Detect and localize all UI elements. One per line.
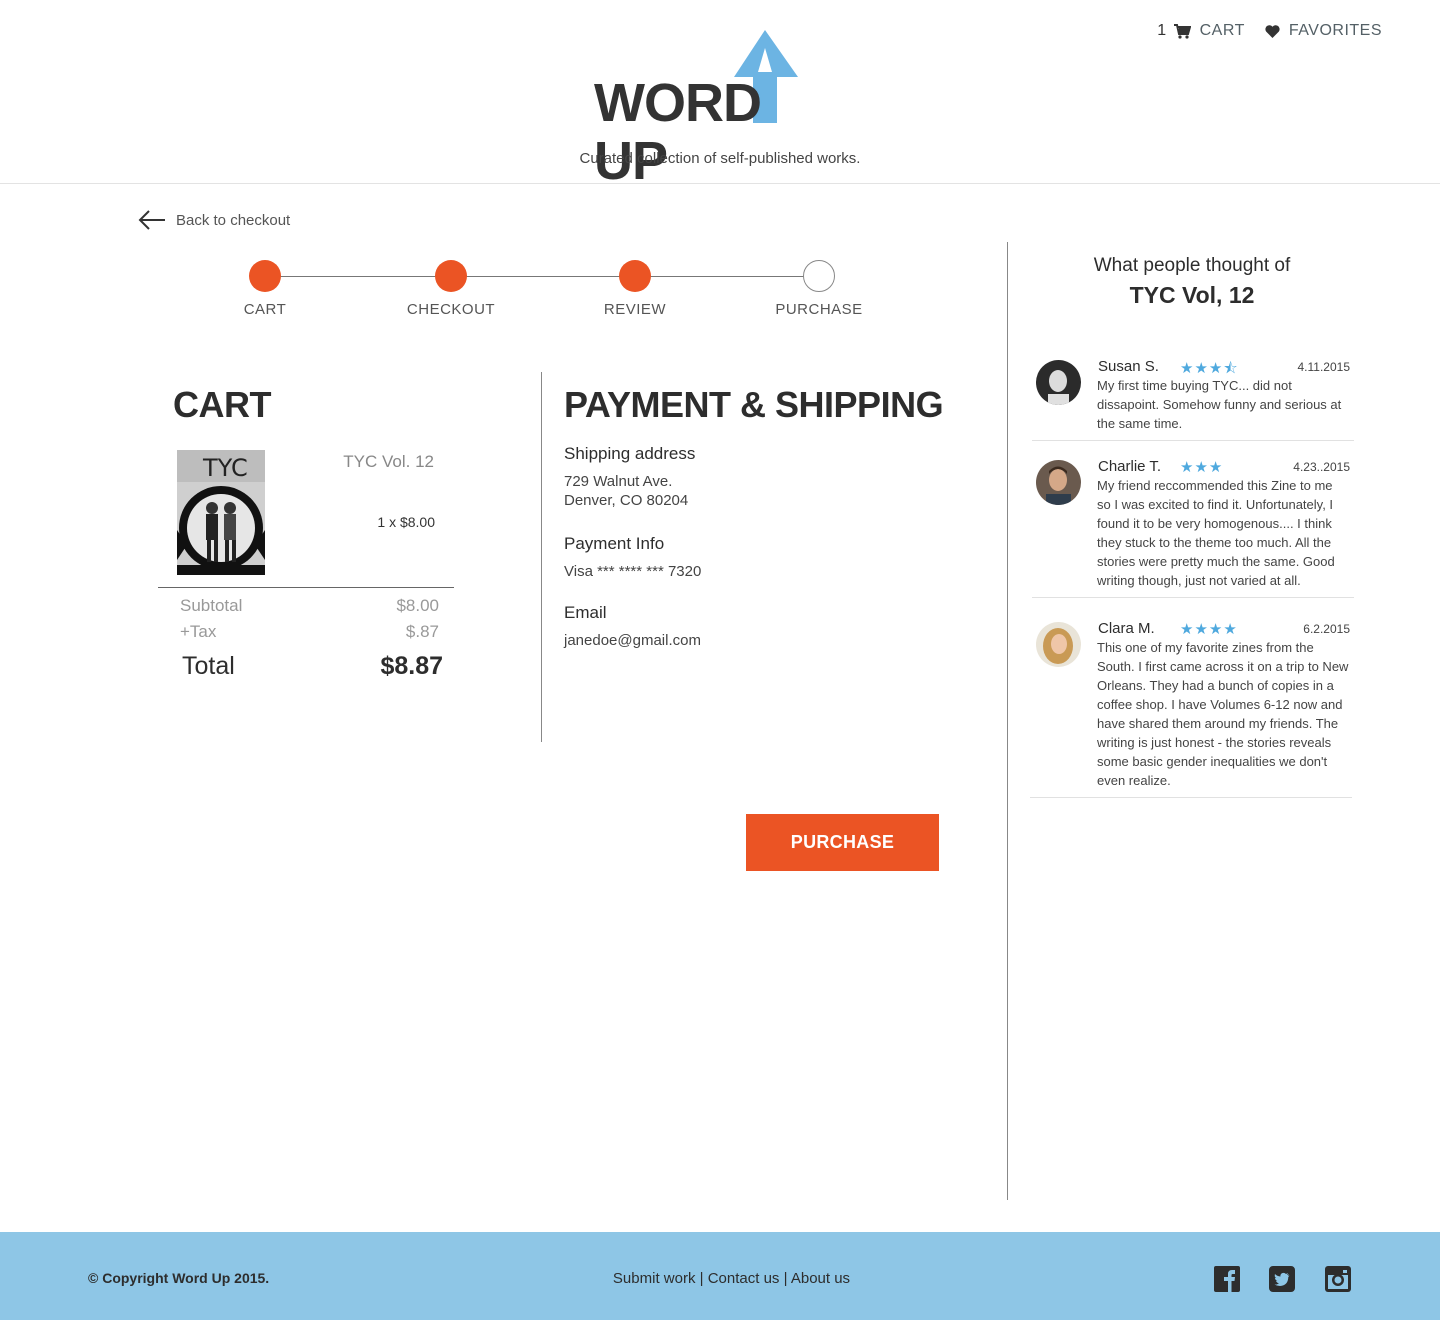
column-divider: [541, 372, 542, 742]
site-header: 1 CART FAVORITES WORD UP Curated collect…: [0, 0, 1440, 190]
product-thumbnail[interactable]: TYC: [177, 450, 265, 575]
avatar: [1036, 460, 1081, 505]
twitter-icon[interactable]: [1269, 1266, 1295, 1292]
avatar: [1036, 622, 1081, 667]
total-label: Total: [182, 652, 235, 680]
subtotal-value: $8.00: [396, 596, 439, 615]
checkout-progress: CART CHECKOUT REVIEW PURCHASE: [230, 260, 880, 330]
favorites-label: FAVORITES: [1288, 22, 1382, 39]
logo-text: WORD UP: [594, 74, 852, 190]
heart-icon: [1265, 24, 1280, 38]
payment-info-value: Visa *** **** *** 7320: [564, 563, 702, 580]
footer-separator: |: [699, 1270, 704, 1287]
payment-shipping-title: PAYMENT & SHIPPING: [564, 384, 944, 425]
step-dot-completed: [619, 260, 651, 292]
tax-value: $.87: [405, 622, 439, 641]
reviews-product-title: TYC Vol, 12: [1129, 282, 1255, 308]
purchase-button[interactable]: PURCHASE: [746, 814, 939, 871]
arrow-left-icon: [138, 210, 165, 230]
site-footer: © Copyright Word Up 2015. Submit work | …: [0, 1232, 1440, 1320]
progress-line: [265, 276, 820, 277]
svg-text:TYC: TYC: [202, 454, 248, 482]
reviewer-name: Charlie T.: [1098, 458, 1162, 475]
step-label: CHECKOUT: [406, 301, 496, 318]
product-name[interactable]: TYC Vol. 12: [300, 452, 434, 472]
cart-divider: [158, 587, 454, 588]
back-to-checkout-link[interactable]: Back to checkout: [138, 210, 290, 230]
review-text: This one of my favorite zines from the S…: [1097, 640, 1349, 788]
step-label: PURCHASE: [775, 301, 863, 318]
total-row: Total $8.87: [182, 652, 443, 681]
subtotal-row: Subtotal $8.00: [180, 596, 440, 616]
step-purchase[interactable]: PURCHASE: [759, 260, 879, 318]
step-dot-completed: [249, 260, 281, 292]
review-date: 4.11.2015: [1297, 360, 1351, 374]
star-rating: ★★★★: [1180, 621, 1238, 638]
review-text: My friend reccommended this Zine to me s…: [1097, 478, 1335, 588]
tagline: Curated collection of self-published wor…: [579, 150, 861, 167]
zine-cover-image: TYC: [177, 450, 265, 575]
shipping-address-line2: Denver, CO 80204: [564, 492, 689, 509]
step-cart[interactable]: CART: [205, 260, 325, 318]
review-date: 4.23..2015: [1293, 460, 1350, 474]
logo[interactable]: WORD UP: [590, 28, 852, 190]
subtotal-label: Subtotal: [180, 596, 243, 615]
step-dot-completed: [435, 260, 467, 292]
email-label: Email: [564, 603, 607, 622]
favorites-link[interactable]: FAVORITES: [1265, 22, 1382, 40]
cart-label: CART: [1199, 22, 1245, 39]
email-value: janedoe@gmail.com: [564, 632, 701, 649]
submit-work-link[interactable]: Submit work: [613, 1270, 696, 1287]
product-quantity-price: 1 x $8.00: [377, 514, 435, 530]
tax-label: +Tax: [180, 622, 217, 641]
review-divider: [1032, 597, 1354, 598]
sidebar-divider: [1007, 242, 1008, 1200]
step-label: CART: [243, 301, 287, 318]
review-divider: [1030, 797, 1352, 798]
about-us-link[interactable]: About us: [791, 1270, 850, 1287]
tax-row: +Tax $.87: [180, 622, 440, 642]
review-text: My first time buying TYC... did not diss…: [1097, 378, 1342, 431]
step-review[interactable]: REVIEW: [575, 260, 695, 318]
review-divider: [1032, 440, 1354, 441]
avatar: [1036, 360, 1081, 405]
payment-info-label: Payment Info: [564, 534, 665, 553]
cart-link[interactable]: 1 CART: [1157, 22, 1245, 40]
shipping-address-label: Shipping address: [564, 444, 696, 463]
step-dot-pending: [803, 260, 835, 292]
step-label: REVIEW: [603, 301, 667, 318]
cart-count: 1: [1157, 22, 1167, 39]
reviewer-name: Clara M.: [1098, 620, 1155, 637]
reviews-heading: What people thought of: [1093, 255, 1291, 276]
logo-wordmark: WORD UP: [594, 73, 762, 191]
back-link-label: Back to checkout: [176, 211, 291, 229]
cart-title: CART: [173, 384, 271, 425]
star-rating: ★★★: [1180, 459, 1224, 476]
footer-separator: |: [783, 1270, 788, 1287]
shipping-address-line1: 729 Walnut Ave.: [564, 473, 673, 490]
contact-us-link[interactable]: Contact us: [708, 1270, 780, 1287]
top-nav: 1 CART FAVORITES: [1157, 22, 1382, 40]
review-date: 6.2.2015: [1303, 622, 1350, 636]
total-value: $8.87: [380, 652, 443, 680]
instagram-icon[interactable]: [1325, 1266, 1351, 1292]
facebook-icon[interactable]: [1214, 1266, 1240, 1292]
reviewer-name: Susan S.: [1098, 358, 1159, 375]
cart-icon: [1173, 23, 1191, 39]
step-checkout[interactable]: CHECKOUT: [391, 260, 511, 318]
